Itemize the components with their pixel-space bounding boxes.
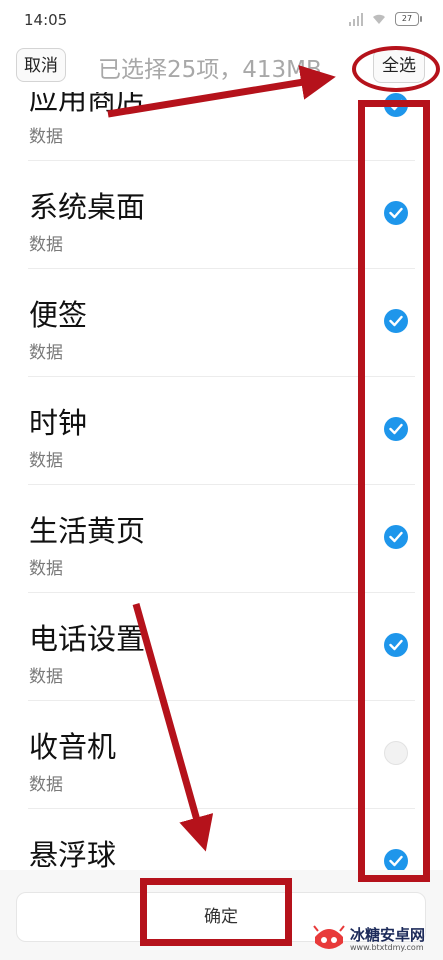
watermark: 冰糖安卓网 www.btxtdmy.com bbox=[312, 925, 425, 955]
row-divider bbox=[28, 268, 415, 269]
status-time: 14:05 bbox=[24, 11, 68, 29]
status-icons: 27 bbox=[349, 10, 422, 28]
item-subtitle: 数据 bbox=[29, 235, 63, 255]
battery-level: 27 bbox=[401, 14, 413, 23]
watermark-logo-icon bbox=[313, 925, 345, 949]
item-name: 系统桌面 bbox=[29, 190, 146, 224]
status-bar: 14:05 27 bbox=[0, 0, 443, 40]
item-subtitle: 数据 bbox=[29, 127, 63, 147]
wifi-icon bbox=[373, 14, 385, 24]
row-divider bbox=[28, 484, 415, 485]
item-subtitle: 数据 bbox=[29, 667, 63, 687]
row-divider bbox=[28, 808, 415, 809]
annotation-rect-confirm bbox=[140, 878, 292, 946]
item-name: 收音机 bbox=[29, 730, 117, 764]
item-subtitle: 数据 bbox=[29, 343, 63, 363]
cancel-button[interactable]: 取消 bbox=[16, 48, 66, 82]
item-subtitle: 数据 bbox=[29, 775, 63, 795]
row-divider bbox=[28, 700, 415, 701]
item-subtitle: 数据 bbox=[29, 451, 63, 471]
signal-icon bbox=[349, 12, 363, 26]
item-name: 悬浮球 bbox=[29, 838, 117, 870]
battery-icon: 27 bbox=[395, 12, 422, 26]
row-divider bbox=[28, 376, 415, 377]
watermark-url: www.btxtdmy.com bbox=[350, 943, 424, 952]
row-divider bbox=[28, 160, 415, 161]
row-divider bbox=[28, 592, 415, 593]
item-subtitle: 数据 bbox=[29, 559, 63, 579]
item-name: 电话设置 bbox=[29, 622, 146, 656]
selection-summary-title: 已选择25项，413MB bbox=[98, 57, 322, 83]
annotation-ellipse bbox=[352, 46, 440, 92]
item-name: 生活黄页 bbox=[29, 514, 146, 548]
watermark-name: 冰糖安卓网 bbox=[350, 926, 426, 944]
item-name: 便签 bbox=[29, 298, 88, 332]
item-name: 时钟 bbox=[29, 406, 88, 440]
annotation-rect-checkboxes bbox=[358, 100, 430, 882]
item-name: 应用商店 bbox=[29, 92, 146, 116]
